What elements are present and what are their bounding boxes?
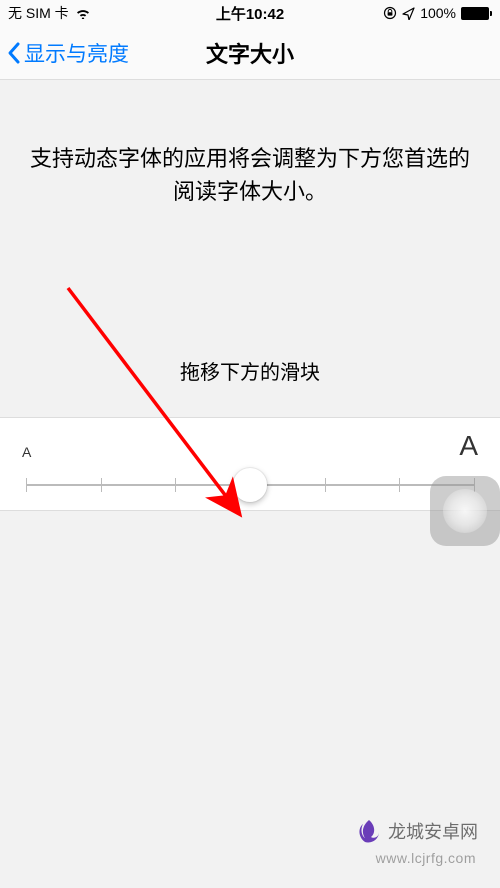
battery-icon xyxy=(461,7,492,20)
chevron-left-icon xyxy=(6,41,22,65)
description-text: 支持动态字体的应用将会调整为下方您首选的阅读字体大小。 xyxy=(0,80,500,208)
brand-logo-icon xyxy=(356,818,382,844)
slider-tick xyxy=(175,478,176,492)
status-time: 上午10:42 xyxy=(216,3,284,24)
slider-tick xyxy=(325,478,326,492)
assistive-touch-inner-icon xyxy=(443,489,487,533)
slider-tick xyxy=(26,478,27,492)
back-button[interactable]: 显示与亮度 xyxy=(6,38,129,68)
assistive-touch-button[interactable] xyxy=(430,476,500,546)
slider-min-label: A xyxy=(22,444,31,460)
carrier-text: 无 SIM 卡 xyxy=(8,3,69,23)
location-arrow-icon xyxy=(402,7,415,20)
status-bar: 无 SIM 卡 上午10:42 100% xyxy=(0,0,500,26)
watermark-brand: 龙城安卓网 xyxy=(356,818,478,844)
nav-bar: 显示与亮度 文字大小 xyxy=(0,26,500,80)
slider-thumb[interactable] xyxy=(233,468,267,502)
slider-max-label: A xyxy=(459,432,478,460)
slider-labels: A A xyxy=(22,432,478,460)
status-right: 100% xyxy=(383,5,492,21)
instruction-text: 拖移下方的滑块 xyxy=(0,356,500,385)
back-label: 显示与亮度 xyxy=(24,38,129,68)
content: 支持动态字体的应用将会调整为下方您首选的阅读字体大小。 拖移下方的滑块 A A … xyxy=(0,80,500,888)
wifi-icon xyxy=(75,7,91,19)
slider-tick xyxy=(399,478,400,492)
battery-percent: 100% xyxy=(420,5,456,21)
page-title: 文字大小 xyxy=(206,37,294,69)
text-size-slider[interactable] xyxy=(22,468,478,504)
slider-tick xyxy=(101,478,102,492)
status-left: 无 SIM 卡 xyxy=(8,3,91,23)
text-size-slider-panel: A A xyxy=(0,417,500,511)
orientation-lock-icon xyxy=(383,6,397,20)
watermark-url: www.lcjrfg.com xyxy=(376,850,476,866)
watermark-brand-text: 龙城安卓网 xyxy=(388,818,478,844)
